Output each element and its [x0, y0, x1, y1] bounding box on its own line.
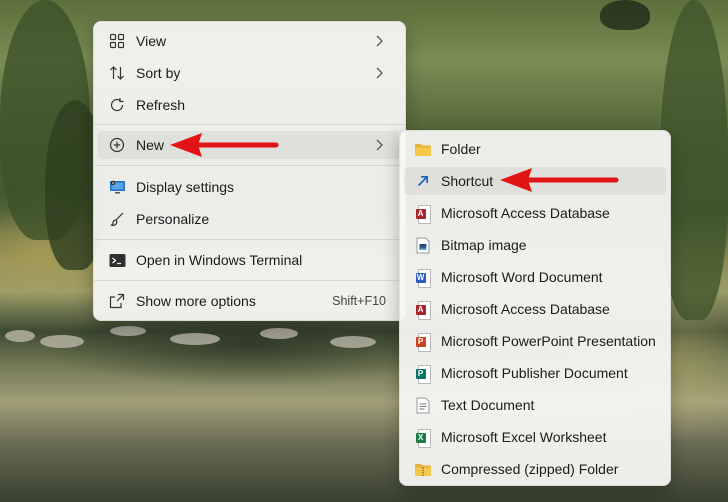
bitmap-icon [414, 236, 432, 254]
annotation-arrow-new [170, 133, 279, 157]
menu-item-label: Show more options [136, 293, 256, 309]
sort-icon [108, 64, 126, 82]
wallpaper-rock [170, 333, 220, 345]
brush-icon [108, 210, 126, 228]
menu-separator [94, 124, 405, 125]
chevron-right-icon [372, 137, 386, 153]
word-icon: W [414, 268, 432, 288]
chevron-right-icon [372, 33, 386, 49]
keyboard-shortcut: Shift+F10 [332, 294, 386, 308]
text-document-icon [414, 396, 432, 414]
submenu-item-label: Folder [441, 141, 481, 157]
menu-item-view[interactable]: View [98, 27, 400, 55]
folder-icon [414, 140, 432, 158]
submenu-item-label: Text Document [441, 397, 535, 413]
desktop-context-menu: View Sort by Refresh New Display setting… [93, 21, 406, 321]
wallpaper-rock [110, 326, 146, 336]
menu-item-refresh[interactable]: Refresh [98, 91, 400, 119]
annotation-arrow-shortcut [500, 168, 619, 192]
menu-separator [94, 239, 405, 240]
annotation-arrow-head [500, 168, 532, 192]
powerpoint-icon: P [414, 332, 432, 352]
menu-item-show-more-options[interactable]: Show more options Shift+F10 [98, 287, 400, 315]
menu-item-label: New [136, 137, 165, 153]
menu-item-display-settings[interactable]: Display settings [98, 173, 400, 201]
menu-item-label: Display settings [136, 179, 235, 195]
menu-item-label: View [136, 33, 167, 49]
menu-item-label: Open in Windows Terminal [136, 252, 303, 268]
menu-item-label: Personalize [136, 211, 210, 227]
menu-item-open-terminal[interactable]: Open in Windows Terminal [98, 246, 400, 274]
shortcut-icon [414, 172, 432, 190]
menu-item-label: Sort by [136, 65, 181, 81]
access-icon: A [414, 300, 432, 320]
submenu-item-folder[interactable]: Folder [404, 135, 666, 163]
menu-item-personalize[interactable]: Personalize [98, 205, 400, 233]
submenu-item-access-database[interactable]: A Microsoft Access Database [404, 199, 666, 227]
menu-item-sort-by[interactable]: Sort by [98, 59, 400, 87]
submenu-item-bitmap-image[interactable]: Bitmap image [404, 231, 666, 259]
chevron-right-icon [372, 65, 386, 81]
submenu-item-publisher-document[interactable]: P Microsoft Publisher Document [404, 359, 666, 387]
submenu-item-label: Compressed (zipped) Folder [441, 461, 619, 477]
submenu-item-label: Microsoft Access Database [441, 205, 610, 221]
submenu-item-label: Shortcut [441, 173, 494, 189]
display-icon [108, 178, 126, 196]
wallpaper-tree [600, 0, 650, 30]
submenu-item-label: Microsoft Word Document [441, 269, 603, 285]
menu-separator [94, 165, 405, 166]
submenu-item-label: Microsoft PowerPoint Presentation [441, 333, 656, 349]
terminal-icon [108, 251, 126, 269]
wallpaper-rock [330, 336, 376, 348]
plus-circle-icon [108, 136, 126, 154]
wallpaper-rock [260, 328, 298, 339]
access-icon: A [414, 204, 432, 224]
submenu-item-text-document[interactable]: Text Document [404, 391, 666, 419]
submenu-item-label: Microsoft Publisher Document [441, 365, 628, 381]
wallpaper-rock [40, 335, 84, 348]
menu-separator [94, 280, 405, 281]
publisher-icon: P [414, 364, 432, 384]
grid-view-icon [108, 32, 126, 50]
zip-folder-icon [414, 460, 432, 478]
submenu-item-label: Microsoft Access Database [441, 301, 610, 317]
submenu-item-zipped-folder[interactable]: Compressed (zipped) Folder [404, 455, 666, 483]
annotation-arrow-head [170, 133, 202, 157]
excel-icon: X [414, 428, 432, 448]
submenu-item-powerpoint-presentation[interactable]: P Microsoft PowerPoint Presentation [404, 327, 666, 355]
submenu-item-word-document[interactable]: W Microsoft Word Document [404, 263, 666, 291]
refresh-icon [108, 96, 126, 114]
wallpaper-rock [5, 330, 35, 342]
submenu-item-label: Bitmap image [441, 237, 527, 253]
menu-item-label: Refresh [136, 97, 186, 113]
submenu-item-label: Microsoft Excel Worksheet [441, 429, 607, 445]
show-more-icon [108, 292, 126, 310]
submenu-item-access-database-2[interactable]: A Microsoft Access Database [404, 295, 666, 323]
submenu-item-excel-worksheet[interactable]: X Microsoft Excel Worksheet [404, 423, 666, 451]
